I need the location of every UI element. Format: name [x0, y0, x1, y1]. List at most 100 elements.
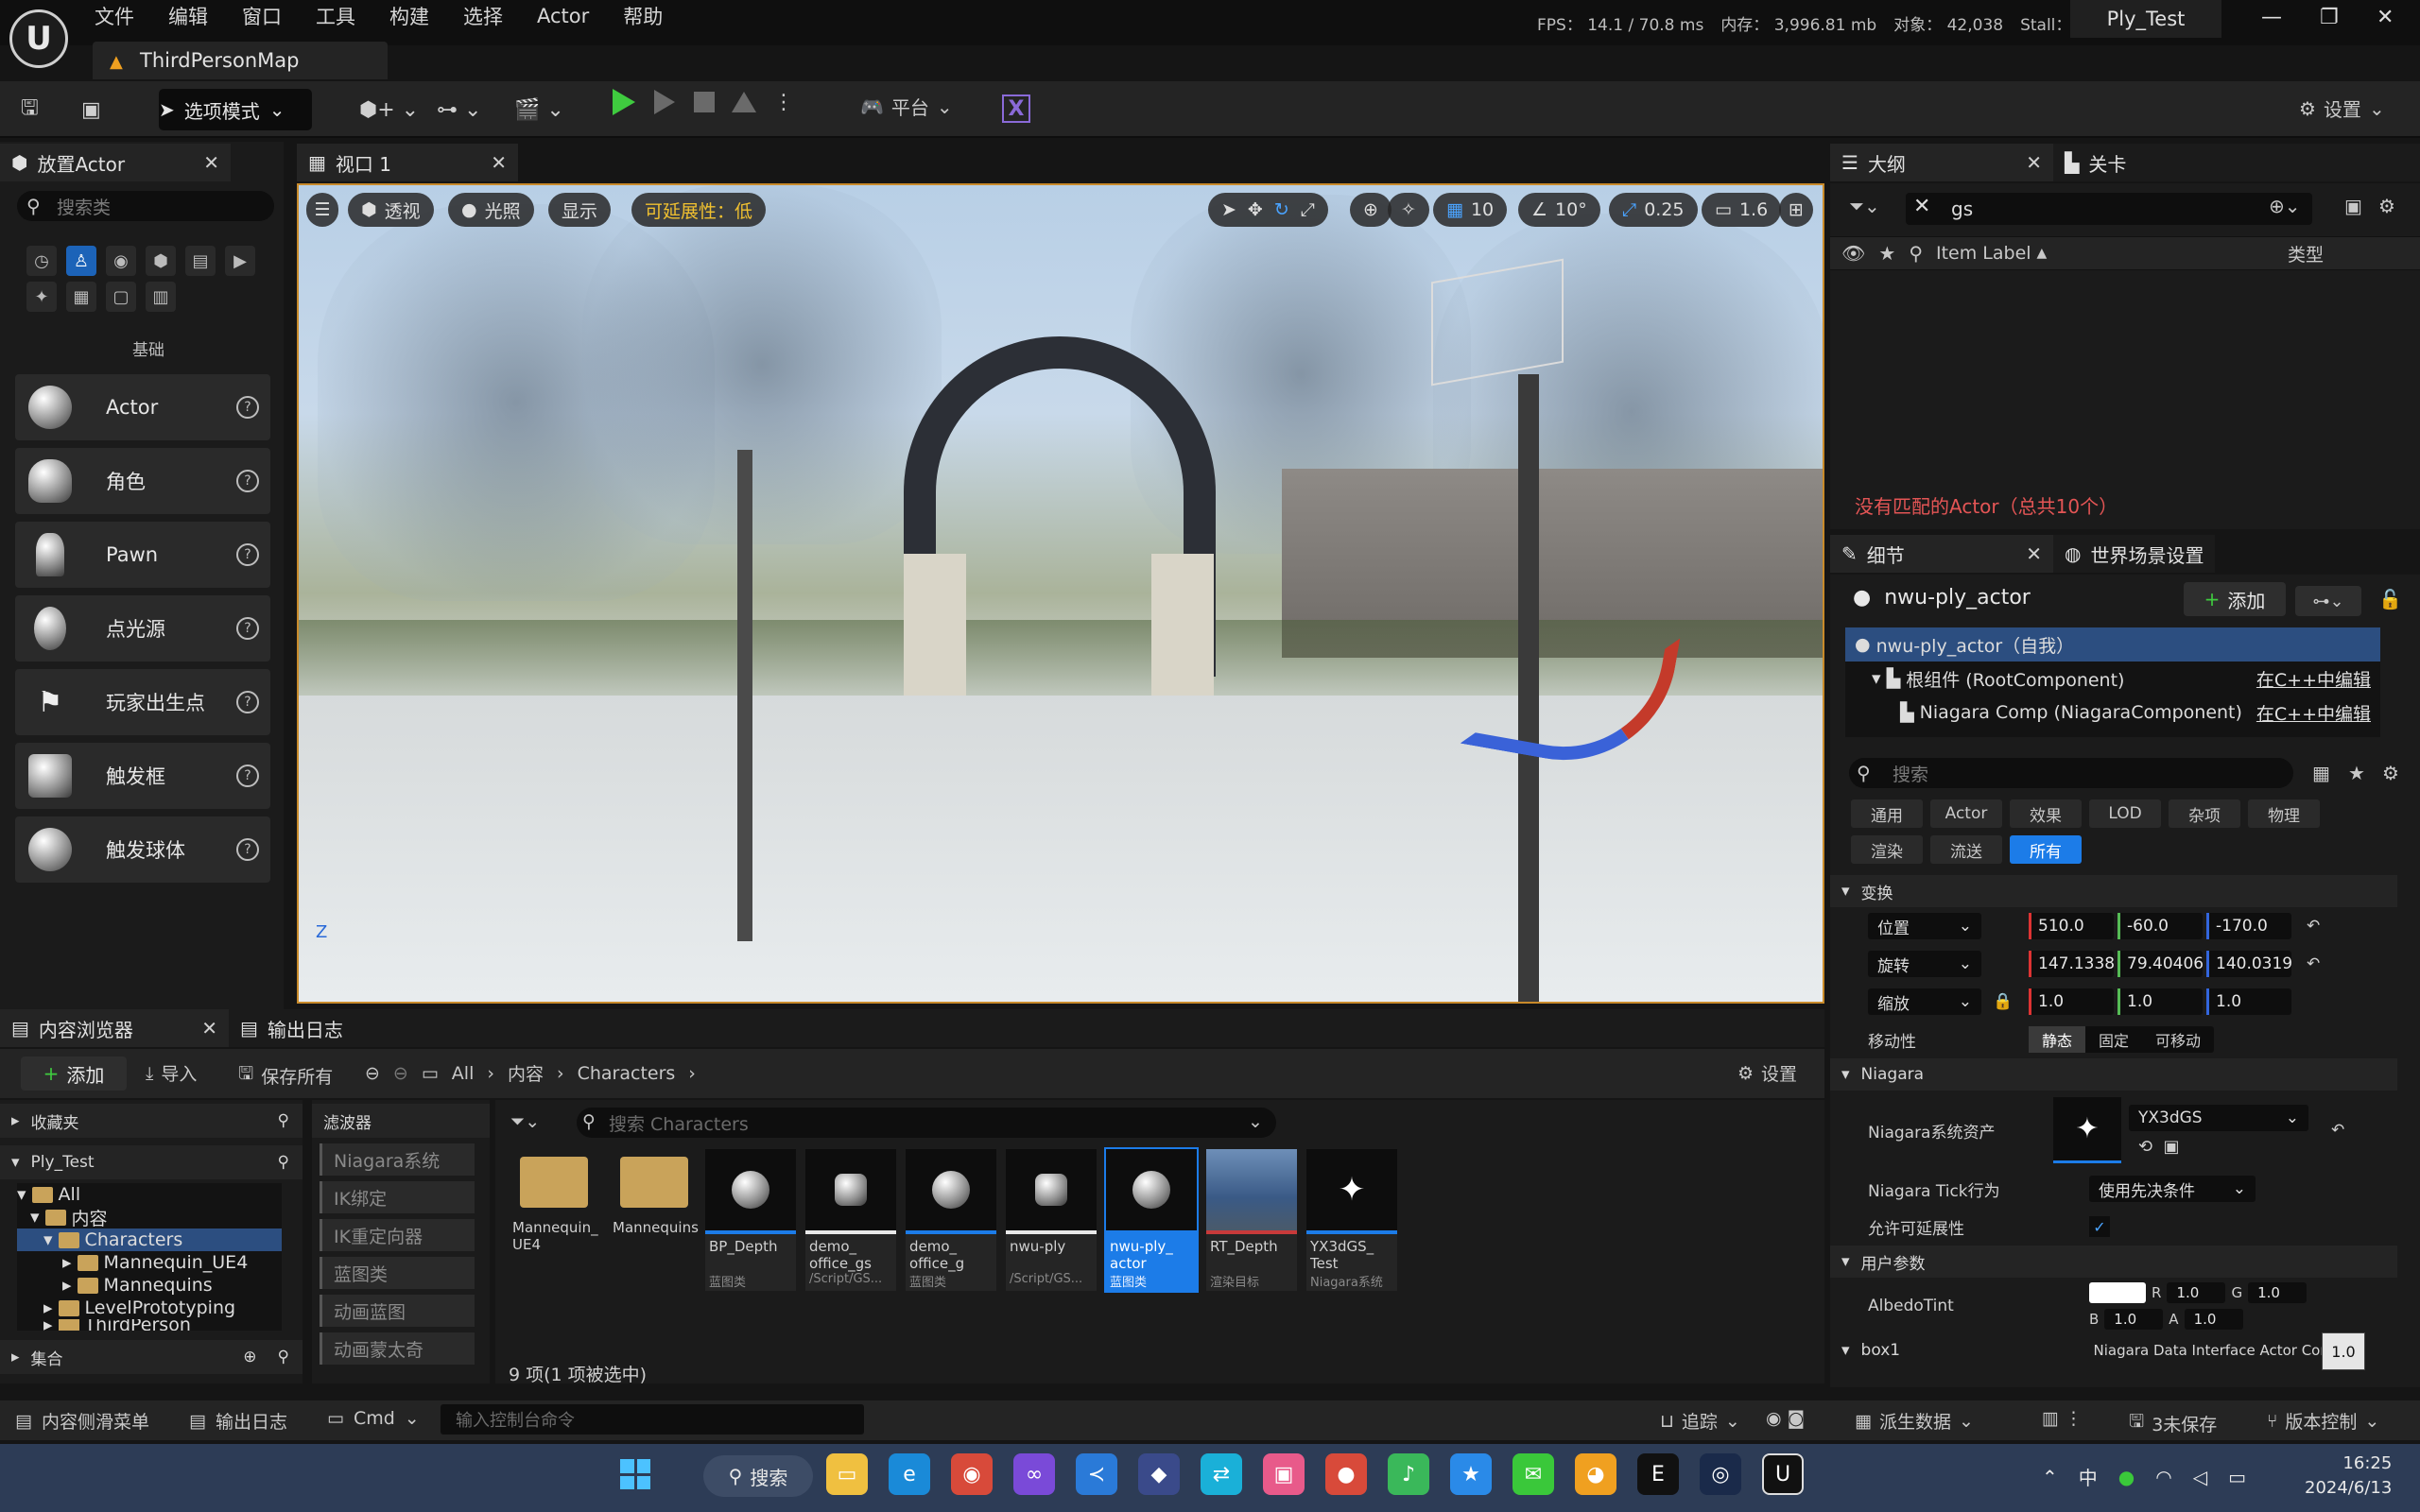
clear-search-icon[interactable]: ✕	[1913, 195, 1930, 218]
search-icon[interactable]: ⚲	[278, 1153, 289, 1172]
taskbar-search[interactable]: ⚲ 搜索	[703, 1455, 813, 1497]
tree-levelprototyping[interactable]: ▸ LevelPrototyping	[17, 1297, 282, 1319]
perspective-button[interactable]: ⬢ 透视	[348, 193, 434, 227]
location-z[interactable]: -170.0	[2206, 913, 2291, 939]
tray-up-icon[interactable]: ⌃	[2042, 1466, 2058, 1488]
rotation-snap[interactable]: ∠ 10°	[1518, 193, 1600, 227]
select-icon[interactable]: ➤	[1221, 199, 1236, 220]
forward-icon[interactable]: ⊖	[393, 1063, 408, 1084]
world-local-icon[interactable]: ⊕	[1350, 193, 1392, 227]
item-label-column[interactable]: Item Label	[1936, 243, 2031, 264]
plugin-x-button[interactable]: X	[1002, 94, 1030, 123]
qq-icon[interactable]: ◕	[1575, 1453, 1616, 1495]
asset-nwu-ply-actor[interactable]: nwu-ply_ actor 蓝图类	[1104, 1147, 1199, 1293]
edge-icon[interactable]: e	[889, 1453, 930, 1495]
help-icon[interactable]: ?	[236, 470, 259, 492]
details-tab[interactable]: ✎ 细节 ✕	[1830, 535, 2053, 573]
niagara-section[interactable]: ▾ Niagara	[1830, 1058, 2397, 1091]
wechat-tray-icon[interactable]: ●	[2118, 1466, 2135, 1488]
layout-icon[interactable]: ⊞	[1779, 193, 1813, 227]
tree-all[interactable]: ▾ All	[17, 1183, 282, 1206]
battery-icon[interactable]: ▭	[2228, 1466, 2246, 1488]
transform-section[interactable]: ▾ 变换	[1830, 875, 2397, 907]
back-icon[interactable]: ⊖	[365, 1063, 380, 1084]
menu-build[interactable]: 构建	[389, 2, 429, 30]
star-icon[interactable]: ★	[2348, 762, 2365, 784]
asset-folder-mannequin-ue4[interactable]: Mannequin_ UE4	[509, 1149, 599, 1291]
menu-edit[interactable]: 编辑	[168, 2, 208, 30]
derived-data-dropdown[interactable]: ▦ 派生数据 ⌄	[1855, 1408, 1974, 1434]
actor-item-character[interactable]: 角色?	[15, 448, 270, 514]
menu-actor[interactable]: Actor	[537, 5, 589, 27]
import-button[interactable]: ⤓ 导入	[146, 1060, 197, 1086]
scale-x[interactable]: 1.0	[2029, 988, 2114, 1015]
viewport-tab[interactable]: ▦ 视口 1 ✕	[297, 144, 518, 181]
effects-icon[interactable]: ✦	[26, 282, 57, 312]
cat-app-icon[interactable]: ◆	[1138, 1453, 1180, 1495]
visual-icon[interactable]: ▶	[225, 246, 255, 276]
eye-icon[interactable]: 👁	[1841, 242, 1865, 265]
speaker-icon[interactable]: ◁	[2193, 1466, 2207, 1488]
table-icon[interactable]: ▦	[2312, 762, 2330, 784]
edit-cpp-link[interactable]: 在C++中编辑	[2256, 666, 2380, 692]
tick-dropdown[interactable]: 使用先决条件 ⌄	[2089, 1176, 2256, 1202]
visual-studio-icon[interactable]: ∞	[1013, 1453, 1055, 1495]
filter-rendering[interactable]: 渲染	[1851, 835, 1923, 864]
help-icon[interactable]: ?	[236, 838, 259, 861]
lighting-button[interactable]: ● 光照	[448, 193, 534, 227]
translate-icon[interactable]: ⇄	[1201, 1453, 1242, 1495]
console-input[interactable]: 输入控制台命令	[441, 1404, 864, 1435]
music-icon[interactable]: ♪	[1388, 1453, 1429, 1495]
add-actor-icon[interactable]: ⬢+ ⌄	[359, 89, 419, 130]
outliner-search-input[interactable]: gs	[1906, 193, 2312, 225]
content-add-button[interactable]: + 添加	[21, 1057, 127, 1091]
add-component-button[interactable]: + 添加	[2184, 582, 2286, 616]
filter-icon[interactable]: ⏷⌄	[510, 1111, 540, 1132]
world-settings-tab[interactable]: ◍ 世界场景设置	[2053, 535, 2216, 573]
bilibili-icon[interactable]: ▣	[1263, 1453, 1305, 1495]
windows-start-icon[interactable]	[614, 1453, 656, 1495]
pin-icon[interactable]: ⚲	[1909, 242, 1923, 265]
color-swatch[interactable]	[2089, 1282, 2146, 1303]
blueprint-icon[interactable]: ⊶ ⌄	[437, 89, 481, 130]
filter-ik-retargeter[interactable]: IK重定向器	[320, 1219, 475, 1251]
edit-cpp-link[interactable]: 在C++中编辑	[2256, 700, 2380, 726]
level-viewport[interactable]: Z ☰ ⬢ 透视 ● 光照 显示 可延展性：低 ➤ ✥ ↻ ⤢ ⊕ ✧ ▦ 10 ∠ 10° …	[297, 183, 1824, 1004]
record-app-icon[interactable]: ●	[1325, 1453, 1367, 1495]
scalability-button[interactable]: 可延展性：低	[631, 193, 767, 227]
cmd-dropdown[interactable]: ▭ Cmd ⌄	[327, 1408, 420, 1429]
file-explorer-icon[interactable]: ▭	[826, 1453, 868, 1495]
menu-select[interactable]: 选择	[463, 2, 503, 30]
save-icon[interactable]: 🖫	[21, 89, 39, 130]
filter-actor[interactable]: Actor	[1930, 799, 2002, 828]
source-control-dropdown[interactable]: ⑂ 版本控制 ⌄	[2267, 1408, 2379, 1434]
close-icon[interactable]: ✕	[201, 1017, 217, 1040]
settings-dropdown[interactable]: ⚙ 设置 ⌄	[2299, 94, 2385, 122]
allow-scalability-checkbox[interactable]: ✓	[2089, 1216, 2110, 1237]
filter-anim-montage[interactable]: 动画蒙太奇	[320, 1332, 475, 1365]
content-browser-tab[interactable]: ▤ 内容浏览器 ✕	[0, 1009, 229, 1047]
rotation-dropdown[interactable]: 旋转 ⌄	[1868, 951, 1981, 977]
camera-speed[interactable]: ▭ 1.6	[1702, 193, 1782, 227]
use-selected-icon[interactable]: ⟲	[2138, 1137, 2152, 1157]
mobility-static[interactable]: 静态	[2029, 1026, 2086, 1053]
mode-dropdown[interactable]: ➤ 选项模式 ⌄	[159, 89, 312, 130]
chevron-down-icon[interactable]: ⌄	[1248, 1111, 1263, 1132]
close-icon[interactable]: ✕	[203, 151, 219, 174]
light-icon[interactable]: ◉	[106, 246, 136, 276]
filter-ik-rig[interactable]: IK绑定	[320, 1181, 475, 1213]
more-options-icon[interactable]: ⋮	[773, 91, 794, 114]
content-drawer-button[interactable]: ▤ 内容侧滑菜单	[15, 1408, 149, 1434]
tree-characters[interactable]: ▾ Characters	[17, 1228, 282, 1251]
asset-yx3dgs-test[interactable]: ✦ YX3dGS_ Test Niagara系统	[1306, 1149, 1397, 1291]
outliner-tab[interactable]: ☰ 大纲 ✕	[1830, 144, 2053, 181]
clock[interactable]: 16:25 2024/6/13	[2305, 1452, 2392, 1501]
move-icon[interactable]: ✥	[1248, 199, 1263, 220]
minimize-icon[interactable]: —	[2261, 6, 2282, 29]
cinematics-icon[interactable]: 🎬 ⌄	[514, 89, 564, 130]
scale-snap[interactable]: ⤢ 0.25	[1609, 193, 1698, 227]
levels-tab[interactable]: ▙ 关卡	[2053, 144, 2138, 181]
close-icon[interactable]: ✕	[2026, 151, 2042, 174]
store-icon[interactable]: ★	[1450, 1453, 1492, 1495]
close-icon[interactable]: ✕	[491, 151, 507, 174]
